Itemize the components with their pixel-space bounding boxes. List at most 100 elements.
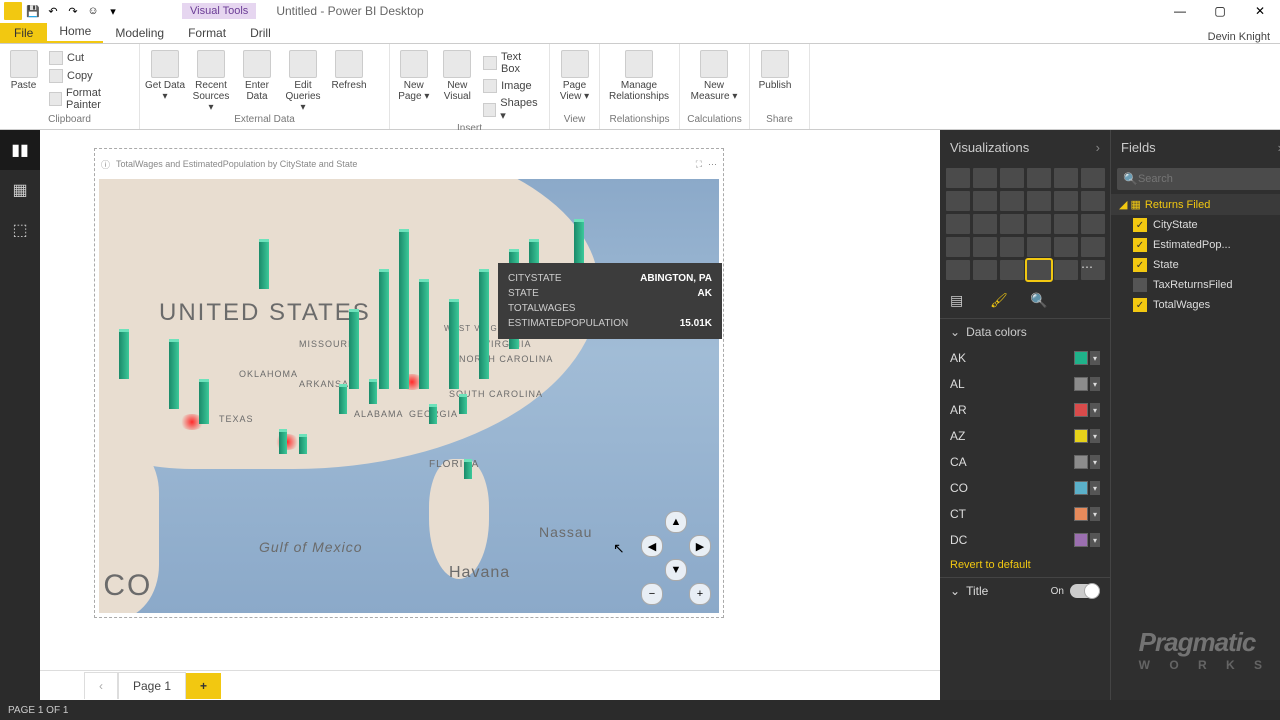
recent-sources-button[interactable]: Recent Sources ▾	[190, 50, 232, 113]
viz-type[interactable]	[973, 214, 997, 234]
analytics-mode-icon[interactable]: 🔍	[1030, 292, 1052, 310]
new-measure-button[interactable]: New Measure ▾	[684, 50, 744, 102]
search-input[interactable]	[1138, 173, 1280, 185]
tab-home[interactable]: Home	[47, 21, 103, 43]
visual-frame[interactable]: ⓘ TotalWages and EstimatedPopulation by …	[94, 148, 724, 618]
page-tab-1[interactable]: Page 1	[118, 672, 186, 699]
map-tilt-down[interactable]: ▼	[665, 559, 687, 581]
viz-type[interactable]	[1000, 191, 1024, 211]
field-row[interactable]: TaxReturnsFiled	[1111, 275, 1280, 295]
viz-type[interactable]	[1000, 237, 1024, 257]
viz-type[interactable]	[1027, 214, 1051, 234]
info-icon[interactable]: ⓘ	[101, 158, 110, 171]
viz-type[interactable]	[973, 237, 997, 257]
copy-button[interactable]: Copy	[47, 68, 135, 84]
get-data-button[interactable]: Get Data ▾	[144, 50, 186, 102]
viz-type[interactable]	[946, 260, 970, 280]
page-prev[interactable]: ‹	[84, 672, 118, 699]
color-picker[interactable]: ▾	[1074, 507, 1100, 521]
viz-type-more[interactable]: ⋯	[1081, 260, 1105, 280]
publish-button[interactable]: Publish	[754, 50, 796, 91]
viz-type[interactable]	[1000, 214, 1024, 234]
viz-type[interactable]	[973, 260, 997, 280]
viz-type[interactable]	[946, 237, 970, 257]
tab-format[interactable]: Format	[176, 23, 238, 43]
viz-type[interactable]	[973, 191, 997, 211]
map-zoom-in[interactable]: +	[689, 583, 711, 605]
viz-type[interactable]	[1027, 237, 1051, 257]
new-page-button[interactable]: New Page ▾	[394, 50, 434, 102]
data-view-icon[interactable]: ▦	[0, 170, 40, 210]
more-icon[interactable]: ⋯	[708, 159, 717, 170]
collapse-viz-icon[interactable]: ›	[1096, 140, 1100, 155]
color-picker[interactable]: ▾	[1074, 481, 1100, 495]
viz-type[interactable]	[946, 191, 970, 211]
map-pan-right[interactable]: ▶	[689, 535, 711, 557]
tab-drill[interactable]: Drill	[238, 23, 283, 43]
color-picker[interactable]: ▾	[1074, 429, 1100, 443]
viz-type[interactable]	[1027, 191, 1051, 211]
map-pan-left[interactable]: ◀	[641, 535, 663, 557]
text-box-button[interactable]: Text Box	[481, 50, 545, 76]
viz-type[interactable]	[1054, 260, 1078, 280]
color-picker[interactable]: ▾	[1074, 351, 1100, 365]
file-tab[interactable]: File	[0, 23, 47, 43]
report-canvas[interactable]: ⓘ TotalWages and EstimatedPopulation by …	[40, 130, 940, 670]
edit-queries-button[interactable]: Edit Queries ▾	[282, 50, 324, 113]
chevron-down-icon[interactable]: ⌄	[950, 325, 960, 339]
cut-button[interactable]: Cut	[47, 50, 135, 66]
color-picker[interactable]: ▾	[1074, 533, 1100, 547]
title-toggle[interactable]	[1070, 584, 1100, 598]
qat-dropdown-icon[interactable]: ▾	[104, 2, 122, 20]
minimize-button[interactable]: —	[1160, 0, 1200, 22]
viz-type[interactable]	[973, 168, 997, 188]
username[interactable]: Devin Knight	[1208, 31, 1280, 43]
manage-relationships-button[interactable]: Manage Relationships	[604, 50, 674, 102]
map-visual[interactable]: UNITED STATES ICO Gulf of Mexico Nassau …	[99, 179, 719, 613]
qat-redo-icon[interactable]: ↷	[64, 2, 82, 20]
color-picker[interactable]: ▾	[1074, 403, 1100, 417]
field-checkbox[interactable]: ✓	[1133, 218, 1147, 232]
viz-type-selected[interactable]	[1027, 260, 1051, 280]
qat-smiley-icon[interactable]: ☺	[84, 2, 102, 20]
qat-undo-icon[interactable]: ↶	[44, 2, 62, 20]
maximize-button[interactable]: ▢	[1200, 0, 1240, 22]
fields-mode-icon[interactable]: ▤	[950, 292, 972, 310]
viz-type[interactable]	[1081, 237, 1105, 257]
map-zoom-out[interactable]: −	[641, 583, 663, 605]
viz-type[interactable]	[1081, 168, 1105, 188]
field-row[interactable]: ✓State	[1111, 255, 1280, 275]
viz-type[interactable]	[946, 214, 970, 234]
paste-button[interactable]: Paste	[4, 50, 43, 91]
table-header[interactable]: ◢ ▦ Returns Filed	[1111, 194, 1280, 215]
format-mode-icon[interactable]: 🖌	[990, 292, 1012, 310]
color-picker[interactable]: ▾	[1074, 377, 1100, 391]
field-checkbox[interactable]: ✓	[1133, 258, 1147, 272]
viz-type[interactable]	[1081, 214, 1105, 234]
field-checkbox[interactable]: ✓	[1133, 238, 1147, 252]
refresh-button[interactable]: Refresh	[328, 50, 370, 91]
qat-save-icon[interactable]: 💾	[24, 2, 42, 20]
new-visual-button[interactable]: New Visual	[438, 50, 478, 102]
chevron-icon[interactable]: ⌄	[950, 584, 960, 598]
field-checkbox[interactable]: ✓	[1133, 298, 1147, 312]
viz-type[interactable]	[1000, 260, 1024, 280]
field-row[interactable]: ✓EstimatedPop...	[1111, 235, 1280, 255]
shapes-button[interactable]: Shapes ▾	[481, 96, 545, 123]
viz-type[interactable]	[1054, 214, 1078, 234]
enter-data-button[interactable]: Enter Data	[236, 50, 278, 102]
viz-type[interactable]	[1027, 168, 1051, 188]
image-button[interactable]: Image	[481, 78, 545, 94]
page-view-button[interactable]: Page View ▾	[554, 50, 595, 102]
fields-search[interactable]: 🔍	[1117, 168, 1280, 190]
close-button[interactable]: ✕	[1240, 0, 1280, 22]
map-tilt-up[interactable]: ▲	[665, 511, 687, 533]
tab-modeling[interactable]: Modeling	[103, 23, 176, 43]
focus-mode-icon[interactable]: ⛶	[696, 159, 702, 170]
field-checkbox[interactable]	[1133, 278, 1147, 292]
color-picker[interactable]: ▾	[1074, 455, 1100, 469]
field-row[interactable]: ✓TotalWages	[1111, 295, 1280, 315]
viz-type[interactable]	[1000, 168, 1024, 188]
viz-type[interactable]	[1054, 191, 1078, 211]
report-view-icon[interactable]: ▮▮	[0, 130, 40, 170]
